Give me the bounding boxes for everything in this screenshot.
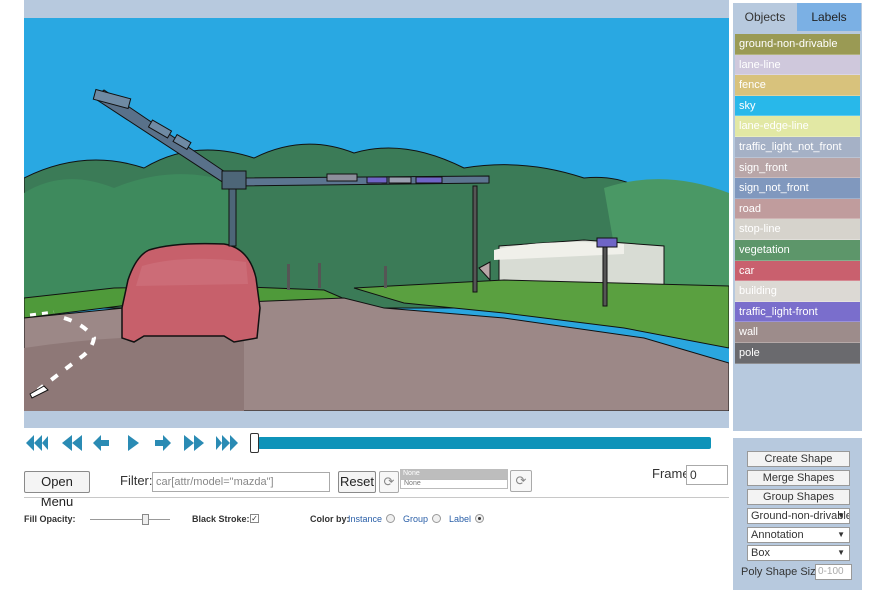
status-line-b: None [400,479,508,489]
frame-slider[interactable] [258,437,711,449]
chevron-down-icon: ▼ [837,511,845,520]
filter-input[interactable]: car[attr/model="mazda"] [152,472,330,492]
chevron-down-icon: ▼ [837,530,845,539]
label-item[interactable]: sign_not_front [735,178,860,199]
label-item[interactable]: vegetation [735,239,860,261]
status-line-a: None [400,469,508,479]
shape-controls-panel: Create Shape Merge Shapes Group Shapes G… [733,438,862,590]
merge-shapes-button[interactable]: Merge Shapes [747,470,850,486]
fast-forward-icon[interactable] [182,432,206,454]
last-frame-icon[interactable] [214,432,240,454]
color-by-instance-label: Instance [348,514,383,524]
label-item[interactable]: traffic_light_not_front [735,136,860,158]
poly-shape-size-label: Poly Shape Size: [741,566,825,578]
label-item[interactable]: ground-non-drivable [735,34,860,55]
reset-button[interactable]: Reset [338,471,376,493]
shape-type-select[interactable]: Box ▼ [747,545,850,561]
label-select-value: Ground-non-drivable [751,510,850,522]
panel-tabs: Objects Labels [733,3,862,31]
rewind-icon[interactable] [60,432,84,454]
labels-panel: Objects Labels ground-non-drivable lane-l… [733,3,862,431]
label-item[interactable]: traffic_light-front [735,301,860,323]
black-stroke-label: Black Stroke: [192,514,250,524]
annotation-canvas[interactable] [24,18,729,411]
display-options: Fill Opacity: Black Stroke: ✓ Color by: … [24,512,729,530]
open-menu-button[interactable]: Open Menu [24,471,90,509]
refresh-icon[interactable]: ⟳ [379,471,399,493]
label-item[interactable]: sky [735,95,860,117]
play-icon[interactable] [126,432,140,454]
color-by-label-radio[interactable] [475,514,484,523]
toolbar: Open Menu Filter: car[attr/model="mazda"… [24,465,729,509]
frame-slider-handle[interactable] [250,433,259,453]
first-frame-icon[interactable] [24,432,50,454]
label-item[interactable]: fence [735,75,860,96]
frame-input[interactable]: 0 [686,465,728,485]
group-shapes-button[interactable]: Group Shapes [747,489,850,505]
tab-labels[interactable]: Labels [797,3,861,31]
fill-opacity-slider[interactable] [90,519,170,520]
mode-select-value: Annotation [751,529,804,541]
mode-select[interactable]: Annotation ▼ [747,527,850,543]
color-by-instance-radio[interactable] [386,514,395,523]
annotation-app: Open Menu Filter: car[attr/model="mazda"… [0,0,872,595]
label-list: ground-non-drivable lane-line fence sky lane… [735,34,860,364]
reload-icon[interactable]: ⟳ [510,470,532,492]
label-item[interactable]: stop-line [735,219,860,240]
create-shape-button[interactable]: Create Shape [747,451,850,467]
filter-status: None None [400,469,508,489]
label-item[interactable]: lane-line [735,54,860,76]
label-item[interactable]: lane-edge-line [735,116,860,137]
playback-controls [24,432,729,454]
label-item[interactable]: sign_front [735,157,860,179]
label-item[interactable]: road [735,198,860,220]
label-item[interactable]: wall [735,322,860,343]
filter-label: Filter: [120,473,153,488]
divider [24,497,729,498]
color-by-label: Color by: [310,514,350,524]
step-back-icon[interactable] [92,432,110,454]
frame-label: Frame [652,466,690,481]
label-select[interactable]: Ground-non-drivable ▼ [747,508,850,524]
fill-opacity-slider-knob[interactable] [142,514,149,525]
color-by-group-radio[interactable] [432,514,441,523]
label-item[interactable]: building [735,281,860,302]
black-stroke-checkbox[interactable]: ✓ [250,514,259,523]
tab-objects[interactable]: Objects [733,3,797,31]
poly-shape-size-input[interactable]: 0-100 [815,564,852,580]
color-by-label-label: Label [449,514,472,524]
label-item[interactable]: pole [735,342,860,364]
color-by-group-label: Group [403,514,429,524]
label-item[interactable]: car [735,260,860,282]
shape-type-select-value: Box [751,547,770,559]
chevron-down-icon: ▼ [837,548,845,557]
step-forward-icon[interactable] [154,432,172,454]
fill-opacity-label: Fill Opacity: [24,514,76,524]
